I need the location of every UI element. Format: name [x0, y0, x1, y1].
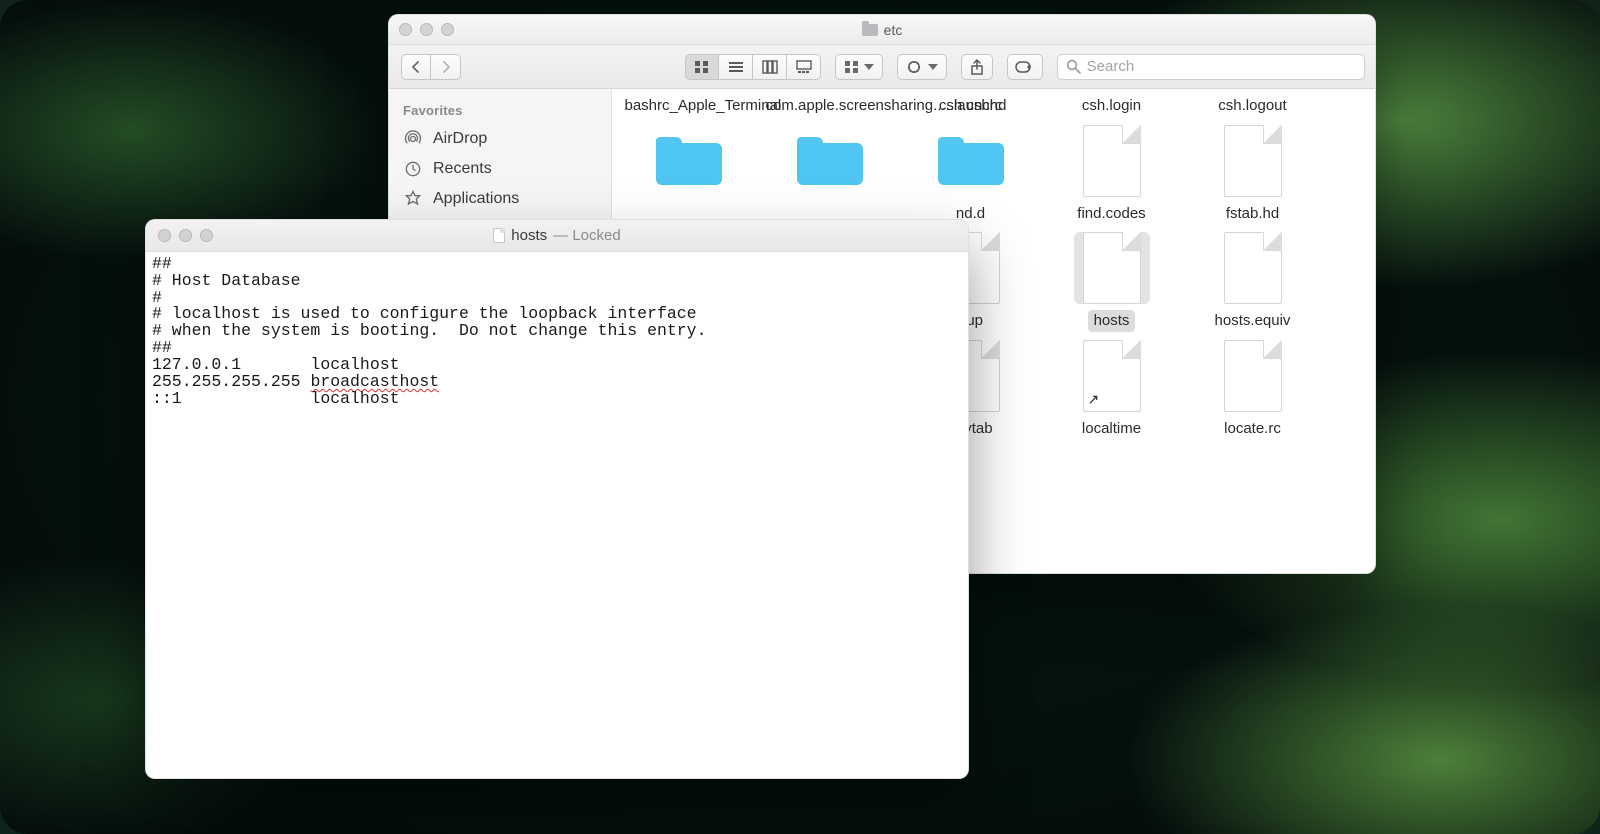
action-menu[interactable] [897, 54, 947, 80]
window-controls [158, 229, 213, 242]
file-item[interactable]: locate.rc [1182, 340, 1323, 440]
file-icon [1224, 125, 1282, 197]
file-item[interactable]: hosts.equiv [1182, 232, 1323, 332]
document-icon [493, 228, 505, 243]
back-button[interactable] [401, 54, 431, 80]
alias-arrow-icon: ↗ [1088, 391, 1100, 408]
file-item[interactable]: bashrc_Apple_Terminal [618, 95, 759, 117]
folder-icon [862, 24, 878, 36]
file-icon: ↗ [1083, 340, 1141, 412]
file-item[interactable]: com.apple.screensharing.....launchd [759, 95, 900, 117]
applications-icon [403, 189, 423, 209]
sidebar-section-header: Favorites [389, 99, 611, 124]
textedit-title: hosts — Locked [493, 227, 620, 244]
tags-button[interactable] [1007, 54, 1043, 80]
finder-titlebar[interactable]: etc [389, 15, 1375, 45]
search-icon [1066, 59, 1081, 74]
share-button[interactable] [961, 54, 993, 80]
gallery-view-button[interactable] [787, 54, 821, 80]
column-view-button[interactable] [753, 54, 787, 80]
sidebar-item-label: Applications [433, 190, 519, 208]
minimize-button[interactable] [179, 229, 192, 242]
sidebar-item-label: Recents [433, 160, 492, 178]
minimize-button[interactable] [420, 23, 433, 36]
file-item-localtime[interactable]: ↗localtime [1041, 340, 1182, 440]
zoom-button[interactable] [200, 229, 213, 242]
airdrop-icon [403, 129, 423, 149]
file-item[interactable]: fstab.hd [1182, 125, 1323, 225]
document-status: — Locked [553, 227, 621, 244]
chevron-down-icon [928, 64, 938, 70]
folder-item[interactable] [759, 125, 900, 225]
forward-button[interactable] [431, 54, 461, 80]
folder-item[interactable]: nd.d [900, 125, 1041, 225]
folder-icon [656, 137, 722, 185]
file-item-hosts[interactable]: hosts [1041, 232, 1182, 332]
list-view-button[interactable] [719, 54, 753, 80]
search-placeholder: Search [1087, 58, 1135, 75]
textedit-editor[interactable]: ## # Host Database # # localhost is used… [146, 252, 968, 778]
window-controls [399, 23, 454, 36]
close-button[interactable] [158, 229, 171, 242]
close-button[interactable] [399, 23, 412, 36]
file-icon [1083, 232, 1141, 304]
arrange-menu[interactable] [835, 54, 883, 80]
nav-segment [401, 54, 461, 80]
file-icon [1083, 125, 1141, 197]
zoom-button[interactable] [441, 23, 454, 36]
folder-name: etc [884, 22, 903, 38]
file-item[interactable]: csh.logout [1182, 95, 1323, 117]
view-mode-segment [685, 54, 821, 80]
sidebar-item-airdrop[interactable]: AirDrop [389, 124, 611, 154]
finder-title: etc [862, 22, 903, 38]
icon-view-button[interactable] [685, 54, 719, 80]
textedit-window: hosts — Locked ## # Host Database # # lo… [145, 219, 969, 779]
file-icon [1224, 340, 1282, 412]
sidebar-item-label: AirDrop [433, 130, 487, 148]
sidebar-item-recents[interactable]: Recents [389, 154, 611, 184]
chevron-down-icon [864, 64, 874, 70]
file-item[interactable]: csh.cshrc [900, 95, 1041, 117]
sidebar-item-applications[interactable]: Applications [389, 184, 611, 214]
textedit-titlebar[interactable]: hosts — Locked [146, 220, 968, 252]
folder-icon [797, 137, 863, 185]
finder-toolbar: Search [389, 45, 1375, 89]
clock-icon [403, 159, 423, 179]
search-field[interactable]: Search [1057, 54, 1365, 80]
file-icon [1224, 232, 1282, 304]
file-item[interactable]: csh.login [1041, 95, 1182, 117]
folder-item[interactable] [618, 125, 759, 225]
folder-icon [938, 137, 1004, 185]
file-item[interactable]: find.codes [1041, 125, 1182, 225]
document-filename: hosts [511, 227, 547, 244]
